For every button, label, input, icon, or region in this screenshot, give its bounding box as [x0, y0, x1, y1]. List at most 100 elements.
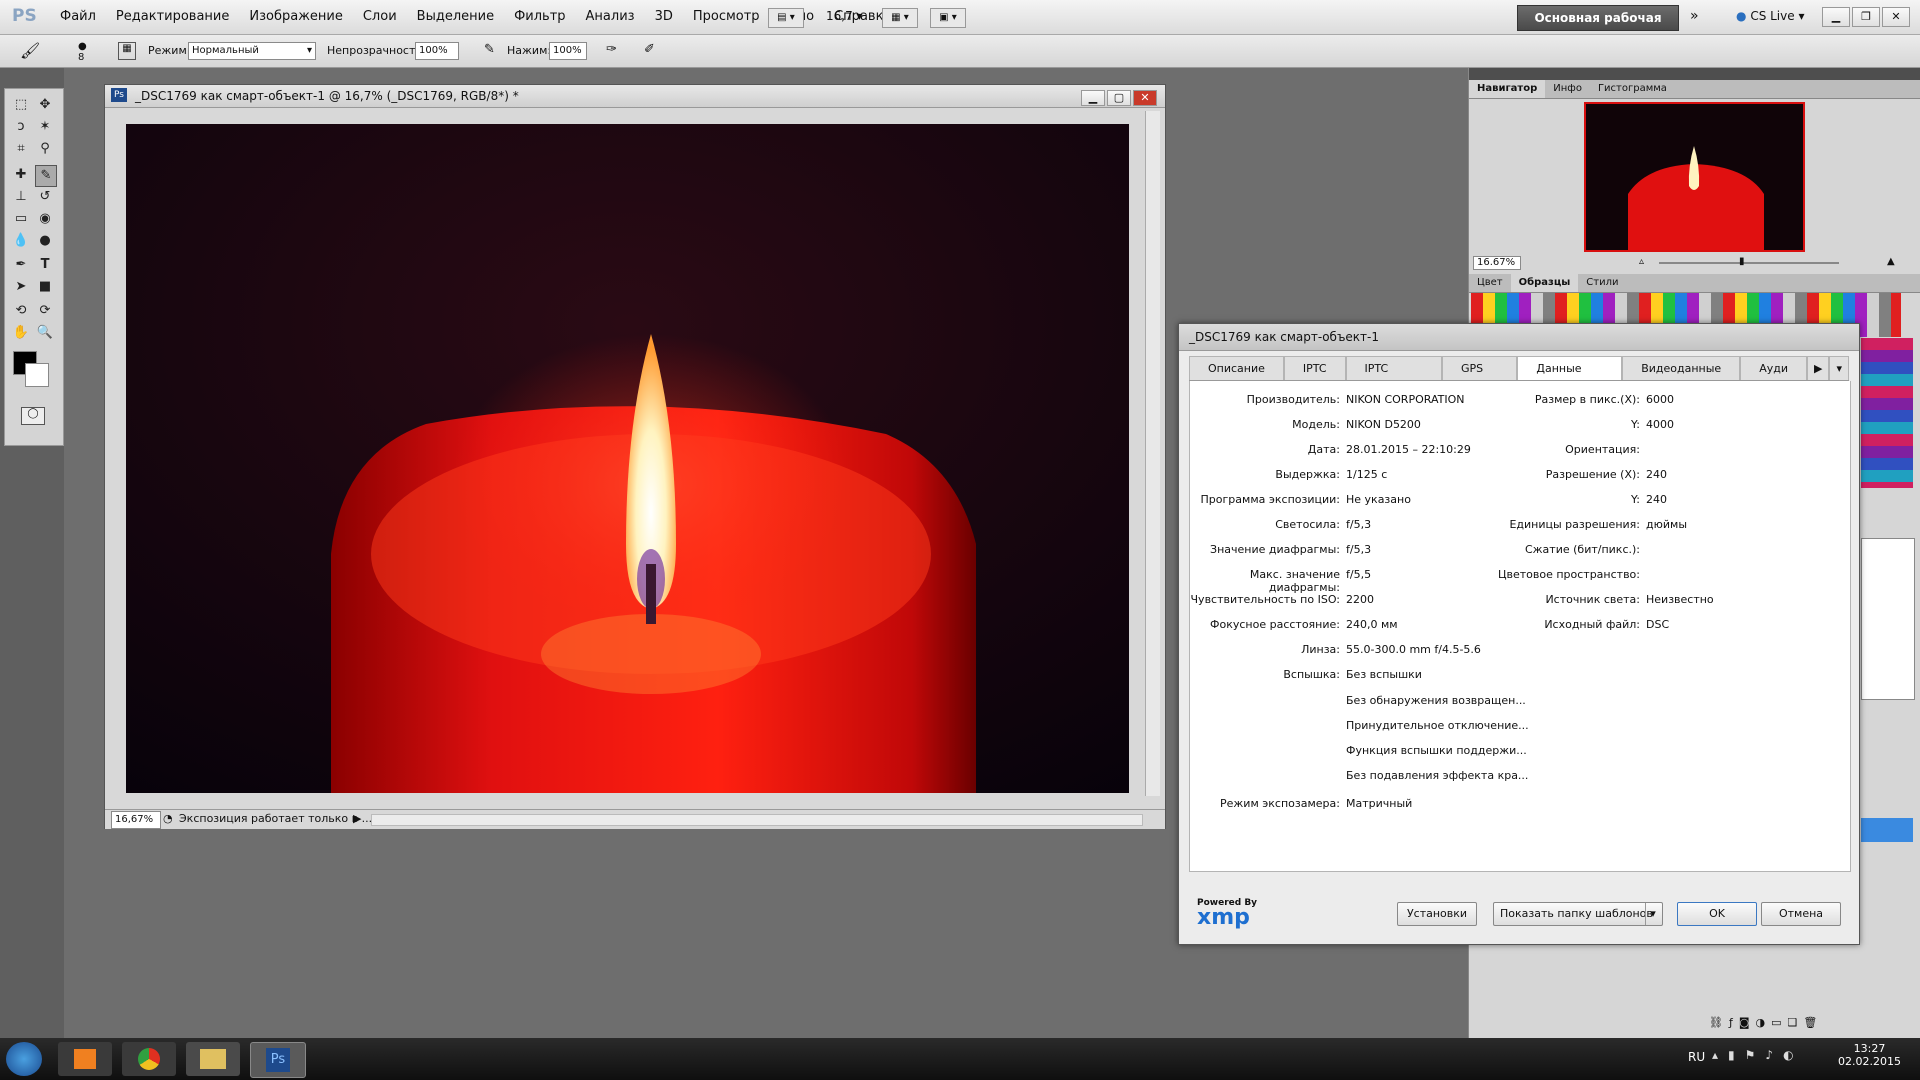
- menu-select[interactable]: Выделение: [407, 9, 504, 24]
- background-color-swatch[interactable]: [25, 363, 49, 387]
- swatches-column[interactable]: [1861, 338, 1913, 488]
- tab-description[interactable]: Описание: [1189, 356, 1284, 380]
- tab-menu-icon[interactable]: ▾: [1829, 356, 1849, 380]
- folder-icon[interactable]: ▭: [1771, 1016, 1787, 1029]
- tab-color[interactable]: Цвет: [1469, 274, 1511, 292]
- dodge-tool-icon[interactable]: ●: [35, 231, 55, 251]
- flag-icon[interactable]: ⚑: [1745, 1048, 1766, 1062]
- trash-icon[interactable]: 🗑: [1803, 1016, 1823, 1029]
- clock[interactable]: 13:27 02.02.2015: [1838, 1042, 1901, 1068]
- healing-brush-icon[interactable]: ✚: [11, 165, 31, 185]
- layer-selected-row[interactable]: [1861, 818, 1913, 842]
- tab-audio[interactable]: Ауди: [1740, 356, 1807, 380]
- opacity-input[interactable]: 100%: [415, 42, 459, 60]
- tab-styles[interactable]: Стили: [1578, 274, 1626, 292]
- tab-iptc-extension[interactable]: IPTC Extension: [1345, 356, 1442, 399]
- network-icon[interactable]: ◐: [1783, 1048, 1803, 1062]
- camera-field-0-value[interactable]: NIKON CORPORATION: [1346, 393, 1464, 406]
- mode-select[interactable]: Нормальный ▾: [188, 42, 316, 60]
- signal-icon[interactable]: ▮: [1728, 1048, 1745, 1062]
- image-field-9-value[interactable]: DSC: [1646, 618, 1669, 631]
- language-indicator[interactable]: RU: [1688, 1050, 1705, 1064]
- nav-zoom-field[interactable]: 16.67%: [1473, 256, 1521, 270]
- mask-icon[interactable]: ◙: [1739, 1016, 1756, 1029]
- marquee-tool-icon[interactable]: ⬚: [11, 95, 31, 115]
- explorer-icon[interactable]: [186, 1042, 240, 1076]
- camera-field-10-value[interactable]: 55.0-300.0 mm f/4.5-5.6: [1346, 643, 1481, 656]
- doc-maximize-icon[interactable]: ▢: [1107, 90, 1131, 106]
- tab-video-data[interactable]: Видеоданные: [1622, 356, 1741, 380]
- tab-iptc[interactable]: IPTC: [1283, 356, 1346, 380]
- tab-gps-data[interactable]: GPS Data: [1441, 356, 1518, 399]
- menu-analysis[interactable]: Анализ: [576, 9, 645, 24]
- blur-tool-icon[interactable]: 💧: [11, 231, 31, 251]
- adjustment-icon[interactable]: ◑: [1756, 1016, 1772, 1029]
- doc-zoom-field[interactable]: 16,67%: [111, 811, 161, 829]
- image-field-8-value[interactable]: Неизвестно: [1646, 593, 1714, 606]
- image-field-1-value[interactable]: 4000: [1646, 418, 1674, 431]
- quick-mask-icon[interactable]: ◯: [21, 407, 45, 425]
- tab-swatches[interactable]: Образцы: [1510, 274, 1579, 292]
- doc-close-icon[interactable]: ✕: [1133, 90, 1157, 106]
- fx-icon[interactable]: ƒ: [1729, 1016, 1739, 1029]
- new-layer-icon[interactable]: ❑: [1788, 1016, 1804, 1029]
- photoshop-taskbar-icon[interactable]: Ps: [250, 1042, 306, 1078]
- zoom-slider-thumb[interactable]: ▮: [1739, 256, 1745, 267]
- camera-field-7-value[interactable]: f/5,5: [1346, 568, 1371, 581]
- tab-camera-data[interactable]: Данные камеры: [1517, 356, 1623, 399]
- cancel-button[interactable]: Отмена: [1761, 902, 1841, 926]
- tab-histogram[interactable]: Гистограмма: [1590, 80, 1675, 98]
- tab-navigator[interactable]: Навигатор: [1469, 80, 1546, 98]
- camera-field-2-value[interactable]: 28.01.2015 – 22:10:29: [1346, 443, 1471, 456]
- zoom-dropdown[interactable]: 16,7 ▾: [826, 9, 863, 23]
- show-templates-button[interactable]: Показать папку шаблонов ▾: [1493, 902, 1663, 926]
- zoom-out-icon[interactable]: ▵: [1639, 256, 1644, 267]
- menu-edit[interactable]: Редактирование: [106, 9, 239, 24]
- camera-field-5-value[interactable]: f/5,3: [1346, 518, 1371, 531]
- eyedropper-icon[interactable]: ⚲: [35, 139, 55, 159]
- path-select-icon[interactable]: ➤: [11, 277, 31, 297]
- flash-detail-0[interactable]: Без обнаружения возвращен...: [1346, 694, 1526, 707]
- metering-mode-value[interactable]: Матричный: [1346, 797, 1412, 810]
- restore-icon[interactable]: ❐: [1852, 7, 1880, 27]
- chevron-down-icon[interactable]: ▾: [1645, 903, 1660, 925]
- minimize-icon[interactable]: ▁: [1822, 7, 1850, 27]
- chevron-right-icon[interactable]: »: [1690, 8, 1699, 24]
- airbrush-icon[interactable]: ✎: [484, 42, 495, 57]
- tab-info[interactable]: Инфо: [1545, 80, 1590, 98]
- zoom-slider[interactable]: [1659, 262, 1839, 264]
- brush-tool-icon[interactable]: 🖌: [20, 41, 40, 60]
- shape-tool-icon[interactable]: ■: [35, 277, 55, 297]
- camera-field-8-value[interactable]: 2200: [1346, 593, 1374, 606]
- stamp-tool-icon[interactable]: ⊥: [11, 187, 31, 207]
- workspace-button[interactable]: Основная рабочая среда: [1517, 5, 1679, 49]
- flash-detail-1[interactable]: Принудительное отключение...: [1346, 719, 1529, 732]
- arrange-icon[interactable]: ▦ ▾: [882, 8, 918, 28]
- tablet-pressure-icon[interactable]: ✐: [644, 42, 655, 57]
- paint-bucket-icon[interactable]: ◉: [35, 209, 55, 229]
- menu-image[interactable]: Изображение: [239, 9, 352, 24]
- flash-detail-3[interactable]: Без подавления эффекта кра...: [1346, 769, 1528, 782]
- magic-wand-icon[interactable]: ✶: [35, 117, 55, 137]
- history-brush-icon[interactable]: ↺: [35, 187, 55, 207]
- doc-minimize-icon[interactable]: ▁: [1081, 90, 1105, 106]
- navigator-preview[interactable]: [1584, 102, 1805, 252]
- camera-field-3-value[interactable]: 1/125 с: [1346, 468, 1387, 481]
- status-arrow-icon[interactable]: ▶: [353, 812, 361, 825]
- lasso-tool-icon[interactable]: ↄ: [11, 117, 31, 137]
- vertical-scrollbar[interactable]: [1145, 111, 1160, 796]
- zoom-in-icon[interactable]: ▲: [1887, 256, 1895, 267]
- volume-icon[interactable]: ♪: [1765, 1048, 1783, 1062]
- close-icon[interactable]: ✕: [1882, 7, 1910, 27]
- camera-field-1-value[interactable]: NIKON D5200: [1346, 418, 1421, 431]
- menu-filter[interactable]: Фильтр: [504, 9, 575, 24]
- status-info-icon[interactable]: ◔: [163, 812, 173, 825]
- settings-button[interactable]: Установки: [1397, 902, 1477, 926]
- camera-field-11-value[interactable]: Без вспышки: [1346, 668, 1422, 681]
- menu-3d[interactable]: 3D: [645, 9, 683, 24]
- horizontal-scrollbar[interactable]: [371, 814, 1143, 826]
- ok-button[interactable]: OK: [1677, 902, 1757, 926]
- pressure-input[interactable]: 100%: [549, 42, 587, 60]
- type-tool-icon[interactable]: T: [35, 255, 55, 275]
- camera-field-6-value[interactable]: f/5,3: [1346, 543, 1371, 556]
